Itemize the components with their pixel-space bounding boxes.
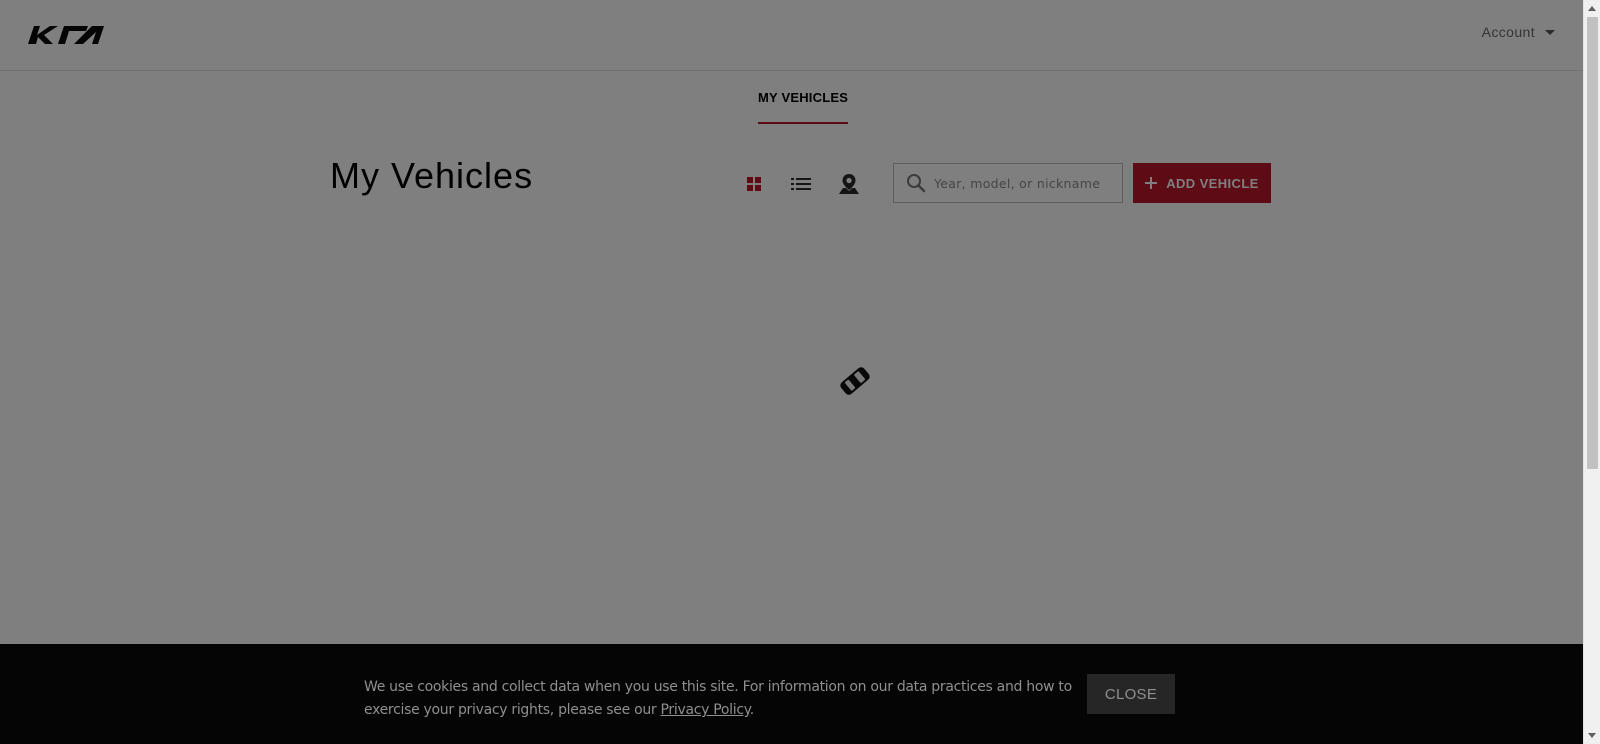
cookie-message-end: . — [749, 702, 754, 718]
scrollbar-thumb[interactable] — [1587, 17, 1598, 469]
scroll-up-arrow-icon[interactable] — [1588, 6, 1596, 11]
cookie-banner: We use cookies and collect data when you… — [0, 644, 1583, 744]
scroll-down-arrow-icon[interactable] — [1588, 733, 1596, 738]
privacy-policy-link[interactable]: Privacy Policy — [661, 702, 751, 718]
vertical-scrollbar[interactable] — [1583, 0, 1600, 744]
cookie-message: We use cookies and collect data when you… — [364, 676, 1084, 722]
modal-overlay — [0, 0, 1583, 744]
cookie-close-button[interactable]: CLOSE — [1087, 674, 1175, 714]
